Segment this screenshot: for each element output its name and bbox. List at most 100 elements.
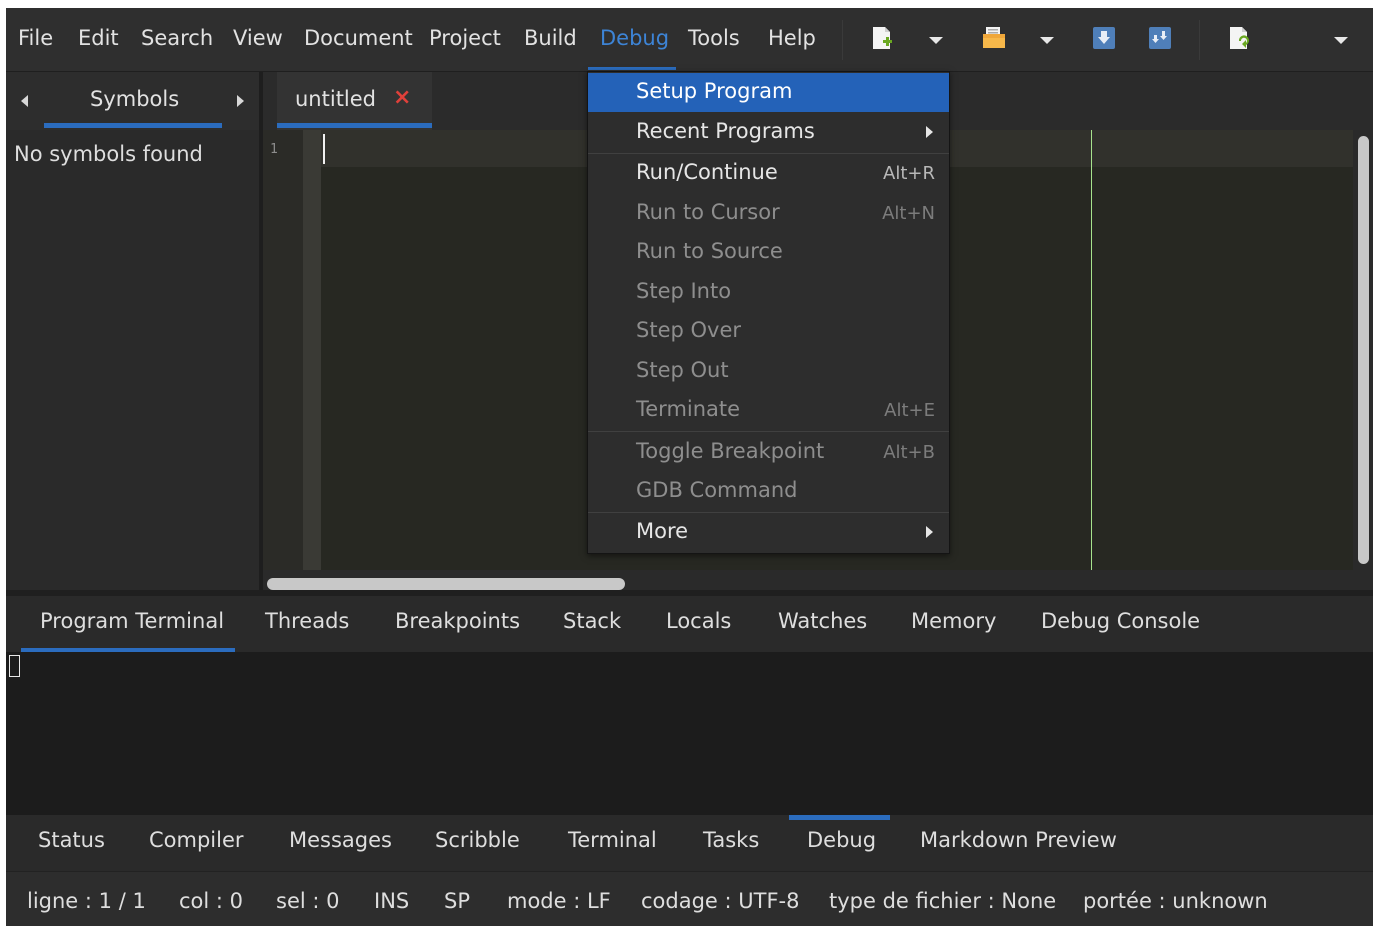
geany-window: File Edit Search View Document Project B… [6,8,1373,926]
tab-watches[interactable]: Watches [778,609,867,633]
menu-debug[interactable]: Debug [600,26,669,50]
tab-terminal[interactable]: Terminal [568,828,657,852]
close-tab-icon[interactable]: × [393,85,411,110]
vertical-scrollbar-thumb[interactable] [1358,136,1369,564]
debug-menu-dropdown: Setup Program Recent Programs Run/Contin… [587,71,950,554]
menu-project[interactable]: Project [429,26,501,50]
save-icon[interactable] [1093,26,1115,50]
menuitem-run-to-source[interactable]: Run to Source [588,233,949,272]
tab-markdown-preview[interactable]: Markdown Preview [920,828,1117,852]
toolbar-separator [842,20,843,60]
status-filetype: type de fichier : None [829,889,1057,913]
tab-symbols[interactable]: Symbols [44,72,222,130]
tab-locals[interactable]: Locals [666,609,731,633]
menuitem-setup-program[interactable]: Setup Program [588,73,949,112]
menuitem-run-to-cursor[interactable]: Run to Cursor Alt+N [588,194,949,233]
status-mode: mode : LF [507,889,611,913]
tab-status[interactable]: Status [38,828,105,852]
menuitem-recent-programs[interactable]: Recent Programs [588,113,949,152]
menuitem-terminate[interactable]: Terminate Alt+E [588,391,949,430]
horizontal-scrollbar[interactable] [263,572,1353,590]
tab-threads[interactable]: Threads [265,609,349,633]
tab-messages[interactable]: Messages [289,828,392,852]
menuitem-label: Terminate [636,397,741,421]
menuitem-step-out[interactable]: Step Out [588,352,949,391]
menuitem-label: Step Over [636,318,741,342]
tab-memory[interactable]: Memory [911,609,996,633]
menuitem-shortcut: Alt+B [883,442,935,463]
open-file-icon[interactable] [982,26,1006,50]
menu-document[interactable]: Document [304,26,413,50]
menuitem-label: Toggle Breakpoint [636,439,825,463]
terminal-cursor [9,655,20,677]
tab-stack[interactable]: Stack [563,609,621,633]
menuitem-step-over[interactable]: Step Over [588,312,949,351]
tab-debug[interactable]: Debug [807,828,876,852]
menuitem-label: Run to Cursor [636,200,780,224]
active-tab-indicator [44,123,222,128]
tab-debug-console[interactable]: Debug Console [1041,609,1200,633]
tab-untitled-label: untitled [295,87,377,111]
save-all-icon[interactable] [1149,26,1171,50]
menu-build[interactable]: Build [524,26,577,50]
menu-help[interactable]: Help [768,26,816,50]
long-line-marker [1091,130,1092,570]
menu-view[interactable]: View [233,26,283,50]
text-caret [323,134,325,164]
menu-separator [588,431,949,432]
tab-scroll-left-icon[interactable] [21,95,28,107]
menuitem-toggle-breakpoint[interactable]: Toggle Breakpoint Alt+B [588,433,949,472]
menu-file[interactable]: File [18,26,53,50]
new-file-icon[interactable] [872,26,892,50]
sidebar-tabs: Symbols [6,72,259,130]
menuitem-label: Run/Continue [636,160,778,184]
menuitem-step-into[interactable]: Step Into [588,273,949,312]
revert-icon[interactable] [1229,26,1249,50]
new-file-dropdown-icon[interactable] [929,37,943,44]
menuitem-shortcut: Alt+E [884,400,935,421]
menuitem-label: GDB Command [636,478,798,502]
program-terminal[interactable] [6,652,1373,815]
status-sel: sel : 0 [276,889,340,913]
active-tab-indicator [789,815,890,820]
tab-compiler[interactable]: Compiler [149,828,244,852]
fold-margin[interactable] [303,130,321,570]
menu-edit[interactable]: Edit [78,26,119,50]
tab-scroll-right-icon[interactable] [237,95,244,107]
toolbar-overflow-icon[interactable] [1334,37,1348,44]
message-window-tabs: Status Compiler Messages Scribble Termin… [6,815,1373,871]
line-number: 1 [270,142,278,157]
menuitem-run-continue[interactable]: Run/Continue Alt+R [588,154,949,193]
status-scope: portée : unknown [1083,889,1268,913]
menuitem-label: Setup Program [636,79,793,103]
tab-symbols-label: Symbols [90,87,180,111]
line-number-gutter: 1 [263,130,303,570]
status-encoding: codage : UTF-8 [641,889,800,913]
tab-scribble[interactable]: Scribble [435,828,520,852]
menuitem-label: Step Into [636,279,732,303]
status-sp: SP [444,889,470,913]
menuitem-more[interactable]: More [588,513,949,552]
tab-untitled[interactable]: untitled × [277,72,432,130]
menuitem-shortcut: Alt+R [883,163,935,184]
status-line: ligne : 1 / 1 [27,889,146,913]
debug-panel-tabs: Program Terminal Threads Breakpoints Sta… [6,596,1373,653]
statusbar: ligne : 1 / 1 col : 0 sel : 0 INS SP mod… [6,871,1373,926]
tab-tasks[interactable]: Tasks [703,828,759,852]
menu-tools[interactable]: Tools [688,26,740,50]
no-symbols-message: No symbols found [14,142,203,166]
tab-program-terminal[interactable]: Program Terminal [40,609,224,633]
menuitem-label: Run to Source [636,239,783,263]
status-ins: INS [374,889,410,913]
sidebar: Symbols No symbols found [6,72,259,590]
open-file-dropdown-icon[interactable] [1040,37,1054,44]
horizontal-scrollbar-thumb[interactable] [267,578,625,590]
menuitem-label: More [636,519,689,543]
toolbar-separator [1199,20,1200,60]
menuitem-gdb-command[interactable]: GDB Command [588,472,949,511]
active-menu-underline [588,67,676,70]
vertical-scrollbar[interactable] [1353,130,1373,570]
active-tab-indicator [277,123,432,128]
menu-search[interactable]: Search [141,26,213,50]
tab-breakpoints[interactable]: Breakpoints [395,609,520,633]
